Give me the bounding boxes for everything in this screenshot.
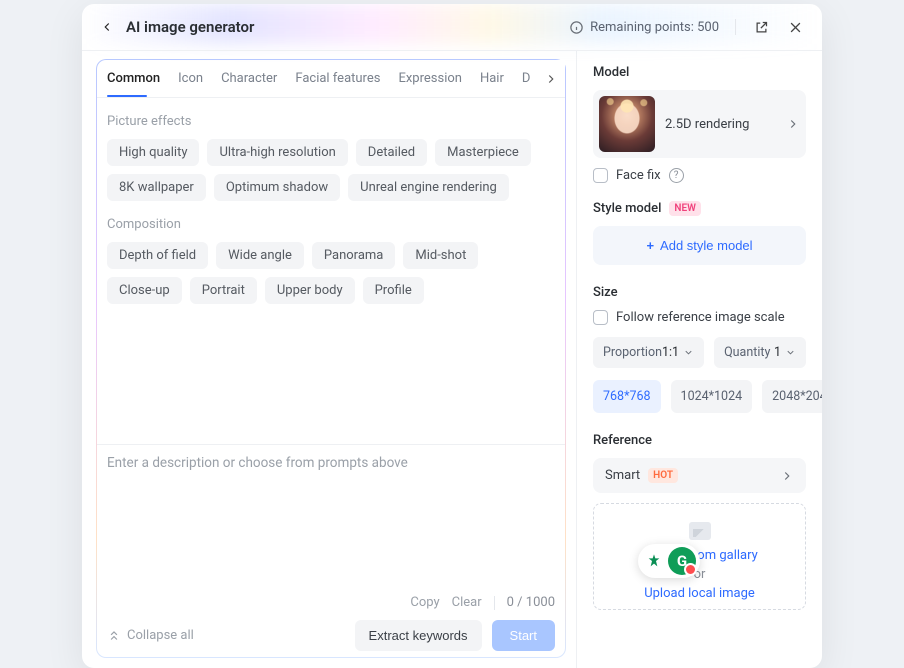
chip[interactable]: Upper body bbox=[265, 277, 355, 304]
chip[interactable]: Portrait bbox=[190, 277, 257, 304]
chip[interactable]: Depth of field bbox=[107, 242, 208, 269]
style-section-title: Style model bbox=[593, 201, 661, 216]
tab-character[interactable]: Character bbox=[221, 61, 277, 96]
face-fix-checkbox[interactable] bbox=[593, 168, 608, 183]
image-icon bbox=[689, 522, 711, 540]
quantity-select[interactable]: Quantity 1 bbox=[714, 337, 806, 368]
chip[interactable]: Unreal engine rendering bbox=[348, 174, 509, 201]
back-button[interactable] bbox=[100, 20, 116, 34]
tab-facial-features[interactable]: Facial features bbox=[295, 61, 380, 96]
open-external-button[interactable] bbox=[752, 18, 770, 36]
chevron-down-icon bbox=[785, 347, 796, 358]
chip[interactable]: Optimum shadow bbox=[214, 174, 340, 201]
chip[interactable]: Wide angle bbox=[216, 242, 304, 269]
copy-button[interactable]: Copy bbox=[410, 595, 439, 610]
group-picture-effects-chips: High quality Ultra-high resolution Detai… bbox=[107, 139, 555, 201]
reference-section-title: Reference bbox=[593, 433, 806, 448]
face-fix-label: Face fix bbox=[616, 168, 661, 183]
tab-hair[interactable]: Hair bbox=[480, 61, 504, 96]
group-composition-title: Composition bbox=[107, 217, 555, 232]
model-name: 2.5D rendering bbox=[665, 117, 776, 132]
grammarly-widget[interactable]: G bbox=[638, 544, 700, 578]
pin-icon bbox=[646, 553, 662, 569]
chip[interactable]: 8K wallpaper bbox=[107, 174, 206, 201]
model-section-title: Model bbox=[593, 65, 806, 80]
extract-keywords-button[interactable]: Extract keywords bbox=[355, 620, 482, 651]
remaining-points: Remaining points: 500 bbox=[569, 20, 719, 35]
chip[interactable]: Mid-shot bbox=[403, 242, 478, 269]
description-input[interactable]: Enter a description or choose from promp… bbox=[107, 455, 555, 595]
proportion-select[interactable]: Proportion 1:1 bbox=[593, 337, 704, 368]
prompt-card: Common Icon Character Facial features Ex… bbox=[96, 59, 566, 658]
group-picture-effects-title: Picture effects bbox=[107, 114, 555, 129]
model-thumbnail bbox=[599, 96, 655, 152]
follow-reference-scale-label: Follow reference image scale bbox=[616, 310, 785, 325]
tab-expression[interactable]: Expression bbox=[398, 61, 462, 96]
chip[interactable]: Close-up bbox=[107, 277, 182, 304]
chip[interactable]: Detailed bbox=[356, 139, 427, 166]
start-button[interactable]: Start bbox=[492, 620, 555, 651]
chip[interactable]: Profile bbox=[363, 277, 424, 304]
header: AI image generator Remaining points: 500 bbox=[82, 4, 822, 51]
plus-icon: + bbox=[646, 238, 654, 253]
model-selector[interactable]: 2.5D rendering bbox=[593, 90, 806, 158]
new-badge: NEW bbox=[669, 201, 701, 216]
reference-mode-value: Smart bbox=[605, 468, 640, 483]
collapse-all-button[interactable]: Collapse all bbox=[107, 628, 194, 643]
tab-common[interactable]: Common bbox=[107, 61, 160, 96]
chevron-right-icon bbox=[780, 469, 794, 483]
size-section-title: Size bbox=[593, 285, 806, 300]
clear-button[interactable]: Clear bbox=[452, 595, 482, 610]
hot-badge: HOT bbox=[648, 468, 678, 483]
info-icon bbox=[569, 20, 584, 35]
upload-local-image-link[interactable]: Upload local image bbox=[644, 586, 755, 601]
chip[interactable]: Panorama bbox=[312, 242, 396, 269]
size-option[interactable]: 768*768 bbox=[593, 380, 661, 413]
size-option[interactable]: 1024*1024 bbox=[671, 380, 753, 413]
collapse-icon bbox=[107, 629, 121, 643]
char-counter: 0 / 1000 bbox=[507, 595, 555, 610]
tabs-next-button[interactable] bbox=[537, 60, 565, 97]
close-button[interactable] bbox=[786, 18, 804, 36]
reference-mode-selector[interactable]: Smart HOT bbox=[593, 458, 806, 493]
group-composition-chips: Depth of field Wide angle Panorama Mid-s… bbox=[107, 242, 555, 304]
grammarly-icon: G bbox=[668, 547, 696, 575]
chevron-down-icon bbox=[683, 347, 694, 358]
chevron-right-icon bbox=[544, 72, 558, 86]
page-title: AI image generator bbox=[126, 18, 254, 36]
tab-overflow[interactable]: D bbox=[522, 61, 531, 96]
add-style-model-button[interactable]: + Add style model bbox=[593, 226, 806, 265]
chip[interactable]: High quality bbox=[107, 139, 199, 166]
follow-reference-scale-checkbox[interactable] bbox=[593, 310, 608, 325]
help-icon[interactable]: ? bbox=[669, 168, 684, 183]
tab-icon[interactable]: Icon bbox=[178, 61, 203, 96]
chip[interactable]: Masterpiece bbox=[435, 139, 531, 166]
category-tabs: Common Icon Character Facial features Ex… bbox=[97, 60, 565, 98]
size-option[interactable]: 2048*2048 bbox=[762, 380, 822, 413]
chevron-right-icon bbox=[786, 117, 800, 131]
chip[interactable]: Ultra-high resolution bbox=[207, 139, 347, 166]
